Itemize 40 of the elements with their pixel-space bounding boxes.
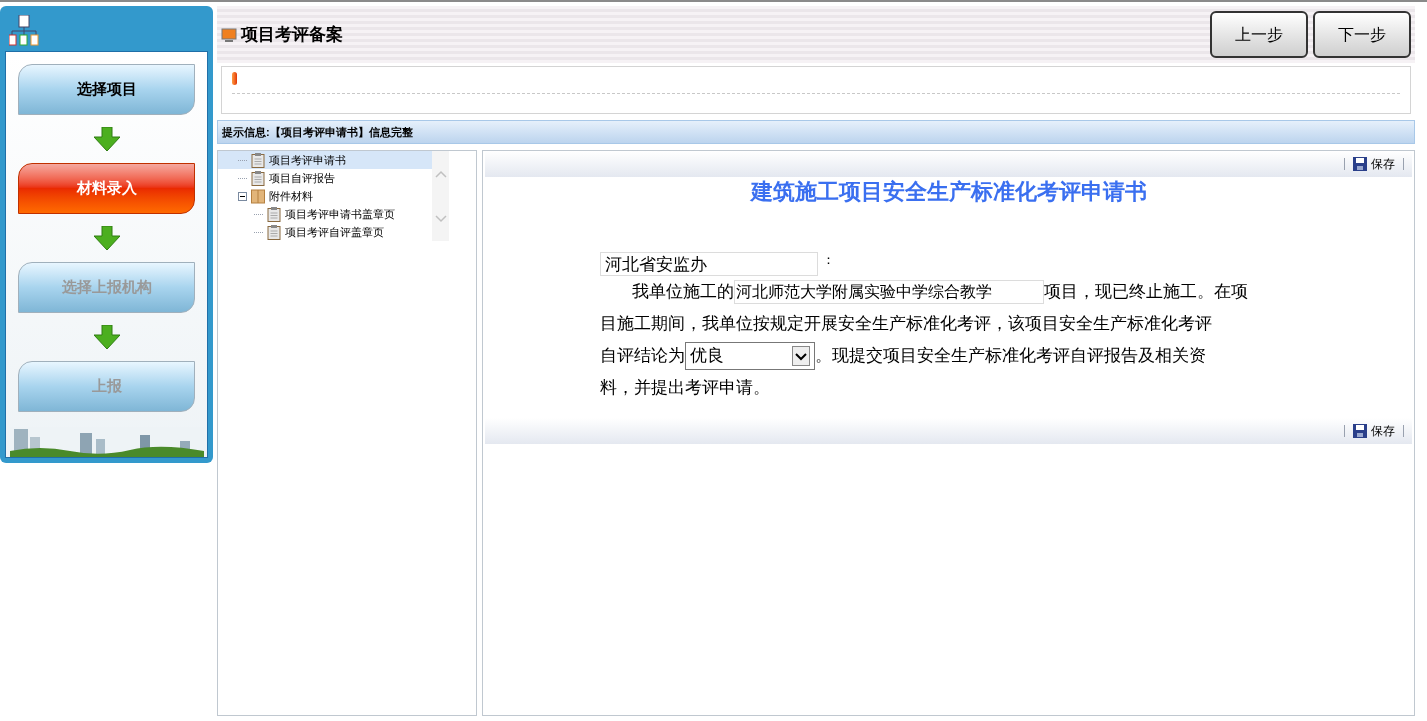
monitor-icon: [221, 27, 237, 42]
box-icon: [251, 188, 265, 204]
step-button[interactable]: 选择项目: [18, 64, 195, 115]
clipboard-icon: [267, 224, 281, 240]
tree-item[interactable]: 项目考评自评盖章页: [218, 223, 432, 241]
body-text: 。现提交项目安全生产标准化考评自评报告及相关资: [815, 345, 1206, 367]
clipboard-icon: [251, 170, 265, 186]
tree-item[interactable]: 项目考评申请书盖章页: [218, 205, 432, 223]
down-arrow-icon: [93, 127, 120, 151]
colon-text: ：: [822, 251, 835, 269]
tree-item[interactable]: 项目自评报告: [218, 169, 432, 187]
clipboard-icon: [267, 206, 281, 222]
recipient-field[interactable]: 河北省安监办: [600, 252, 818, 276]
tree-item[interactable]: 附件材料: [218, 187, 432, 205]
save-button[interactable]: 保存: [1353, 422, 1395, 440]
progress-marker: [232, 72, 237, 85]
save-button[interactable]: 保存: [1353, 155, 1395, 173]
down-arrow-icon: [93, 325, 120, 349]
save-icon: [1353, 424, 1367, 438]
scroll-down-icon: [434, 214, 447, 223]
info-message: 提示信息:【项目考评申请书】信息完整: [222, 124, 413, 140]
tree-item[interactable]: 项目考评申请书: [218, 151, 432, 169]
project-name-field[interactable]: 河北师范大学附属实验中学综合教学: [734, 280, 1044, 304]
conclusion-select[interactable]: 优良: [685, 342, 815, 370]
down-arrow-icon: [93, 226, 120, 250]
body-text: 我单位施工的: [632, 281, 734, 303]
step-nav-button[interactable]: 下一步: [1313, 11, 1411, 58]
page-title: 项目考评备案: [241, 23, 343, 46]
body-text: 料，并提出考评申请。: [600, 377, 770, 399]
scrollbar[interactable]: [432, 151, 449, 241]
body-text: 目施工期间，我单位按规定开展安全生产标准化考评，该项目安全生产标准化考评: [600, 313, 1212, 335]
body-text: 项目，现已终止施工。在项: [1044, 281, 1248, 303]
step-button[interactable]: 材料录入: [18, 163, 195, 214]
document-tree-icon: [9, 15, 39, 47]
save-icon: [1353, 157, 1367, 171]
clipboard-icon: [251, 152, 265, 168]
body-text: 自评结论为: [600, 345, 685, 367]
scroll-up-icon: [434, 169, 447, 178]
document-title: 建筑施工项目安全生产标准化考评申请书: [749, 177, 1148, 206]
step-nav-button[interactable]: 上一步: [1210, 11, 1308, 58]
